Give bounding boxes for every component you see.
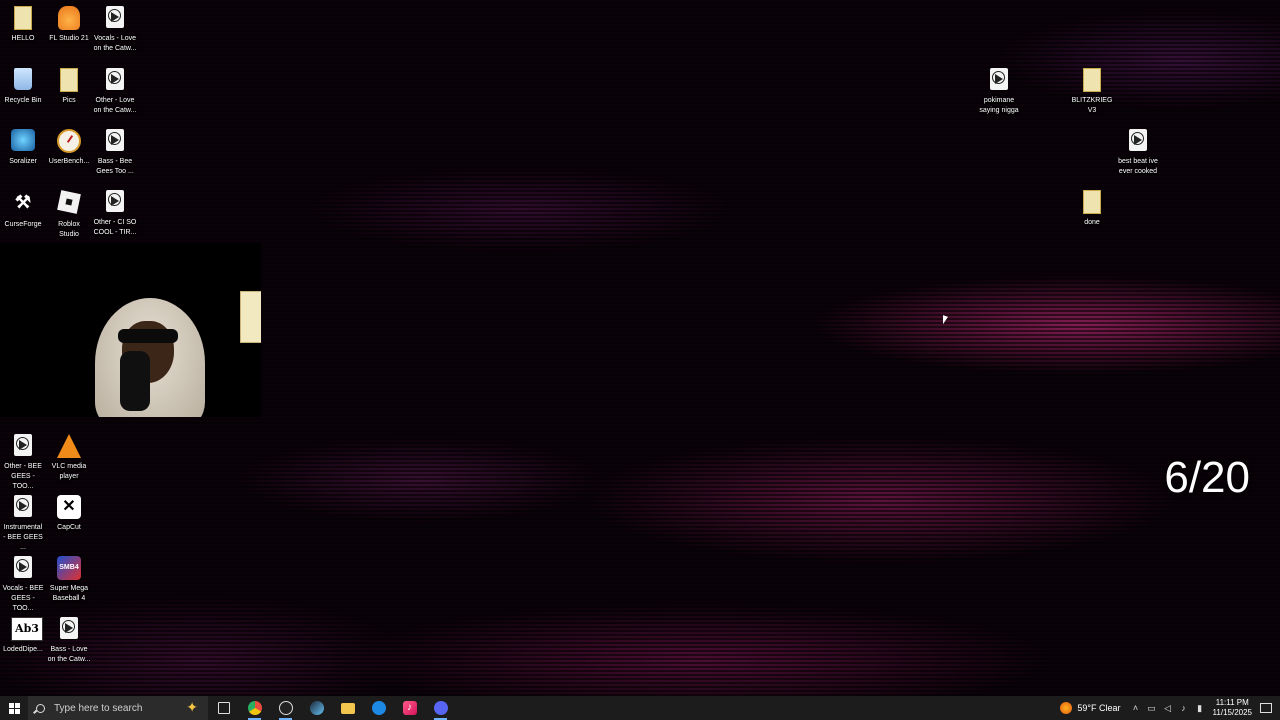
taskbar-steam[interactable]: [301, 696, 332, 720]
desktop-icon-capcut[interactable]: ✕ CapCut: [46, 495, 92, 533]
system-tray: 59°F Clear ˄ ▭ ◁ ♪ ▮ 11:11 PM 11/15/2025: [1060, 696, 1280, 720]
windows-logo-icon: [8, 702, 20, 714]
font-file-icon: Ab3: [11, 617, 43, 641]
recycle-bin-icon: [14, 68, 32, 90]
weather-widget[interactable]: 59°F Clear: [1060, 702, 1121, 714]
media-file-icon: [60, 617, 78, 639]
desktop-icon-soralizer[interactable]: Soralizer: [0, 129, 46, 167]
desktop-icon-lodeddipe[interactable]: Ab3 LodedDipe...: [0, 617, 46, 655]
desktop-icon-curseforge[interactable]: ⚒ CurseForge: [0, 190, 46, 230]
folder-icon: [1083, 190, 1101, 214]
taskbar-obs[interactable]: [270, 696, 301, 720]
folder-icon: [14, 6, 32, 30]
discord-icon: [433, 701, 448, 715]
speaker-icon[interactable]: ♪: [1179, 703, 1189, 713]
fl-studio-icon: [58, 6, 80, 30]
roblox-icon: [57, 190, 81, 214]
search-highlight-icon: ✦: [186, 699, 198, 715]
media-file-icon: [106, 190, 124, 212]
desktop-icon-other-love[interactable]: Other - Love on the Catw...: [92, 68, 138, 116]
task-view-icon: [217, 702, 230, 714]
desktop-icon-roblox-studio[interactable]: Roblox Studio: [46, 190, 92, 240]
obs-icon: [278, 701, 293, 715]
mouse-cursor-icon: [943, 315, 948, 326]
notification-icon[interactable]: [1260, 703, 1272, 713]
desktop-icon-userbench[interactable]: UserBench...: [46, 129, 92, 167]
weather-icon: [1060, 702, 1073, 714]
taskbar: Type here to search ✦ ♪ 59°F Clear ˄ ▭ ◁: [0, 696, 1280, 720]
capcut-icon: ✕: [57, 495, 81, 519]
folder-icon: [1083, 68, 1101, 92]
soralizer-icon: [11, 129, 35, 151]
media-file-icon: [106, 129, 124, 151]
desktop-icon-best-beat[interactable]: best beat ive ever cooked: [1115, 129, 1161, 177]
desktop-icon-bass-love[interactable]: Bass - Love on the Catw...: [46, 617, 92, 665]
curseforge-icon: ⚒: [14, 192, 32, 212]
media-file-icon: [106, 6, 124, 28]
clock-time: 11:11 PM: [1215, 698, 1249, 707]
media-file-icon: [14, 495, 32, 517]
desktop-icon-bass-bee-gees[interactable]: Bass - Bee Gees Too ...: [92, 129, 138, 177]
taskbar-clock[interactable]: 11:11 PM 11/15/2025: [1213, 698, 1252, 718]
search-icon: [36, 703, 45, 713]
desktop-icon-other-ci-so-cool[interactable]: Other - CI SO COOL - TIR...: [92, 190, 138, 238]
music-icon: ♪: [402, 701, 417, 715]
media-file-icon: [1129, 129, 1147, 151]
folder-icon: [60, 68, 78, 92]
taskbar-app-blue[interactable]: [363, 696, 394, 720]
desktop-icon-other-bee-gees[interactable]: Other - BEE GEES - TOO...: [0, 434, 46, 492]
vlc-cone-icon: [57, 434, 81, 458]
start-button[interactable]: [0, 696, 28, 720]
media-file-icon: [106, 68, 124, 90]
media-file-icon: [14, 556, 32, 578]
overlay-counter: 6/20: [1164, 453, 1250, 502]
search-placeholder: Type here to search: [54, 702, 143, 714]
network-icon[interactable]: ▭: [1147, 703, 1157, 713]
taskbar-discord[interactable]: [425, 696, 456, 720]
taskbar-itunes[interactable]: ♪: [394, 696, 425, 720]
desktop-icon-super-mega-baseball[interactable]: SMB4 Super Mega Baseball 4: [46, 556, 92, 604]
weather-text: 59°F Clear: [1077, 703, 1121, 713]
volume-icon[interactable]: ◁: [1163, 703, 1173, 713]
taskbar-chrome[interactable]: [239, 696, 270, 720]
desktop-icon-instrumental[interactable]: Instrumental - BEE GEES ...: [0, 495, 46, 553]
desktop-icon-recycle-bin[interactable]: Recycle Bin: [0, 68, 46, 106]
clock-date: 11/15/2025: [1212, 708, 1252, 717]
media-file-icon: [14, 434, 32, 456]
desktop-icon-done[interactable]: done: [1069, 190, 1115, 228]
gauge-icon: [57, 129, 81, 153]
battery-icon[interactable]: ▮: [1195, 703, 1205, 713]
desktop-icon-vocals-bee-gees[interactable]: Vocals - BEE GEES - TOO...: [0, 556, 46, 614]
media-file-icon: [990, 68, 1008, 90]
folder-icon: [340, 702, 355, 714]
desktop-icon-hello[interactable]: HELLO: [0, 6, 46, 44]
desktop-icon-pics[interactable]: Pics: [46, 68, 92, 106]
taskbar-file-explorer[interactable]: [332, 696, 363, 720]
desktop-icon-vocals-love[interactable]: Vocals - Love on the Catw...: [92, 6, 138, 54]
steam-icon: [309, 701, 324, 715]
webcam-overlay: [0, 243, 261, 417]
baseball-game-icon: SMB4: [57, 556, 81, 580]
task-view-button[interactable]: [208, 696, 239, 720]
desktop-icon-pokimane[interactable]: pokimane saying nigga: [976, 68, 1022, 116]
browser-icon: [371, 701, 386, 715]
desktop-icon-fl-studio[interactable]: FL Studio 21: [46, 6, 92, 44]
chevron-up-icon[interactable]: ˄: [1131, 703, 1141, 713]
desktop-icon-blitzkrieg[interactable]: BLITZKRIEG V3: [1069, 68, 1115, 116]
desktop-icon-vlc[interactable]: VLC media player: [46, 434, 92, 482]
taskbar-search-box[interactable]: Type here to search ✦: [28, 696, 208, 720]
desktop: HELLO Recycle Bin Soralizer ⚒ CurseForge…: [0, 0, 1280, 696]
chrome-icon: [247, 701, 262, 715]
